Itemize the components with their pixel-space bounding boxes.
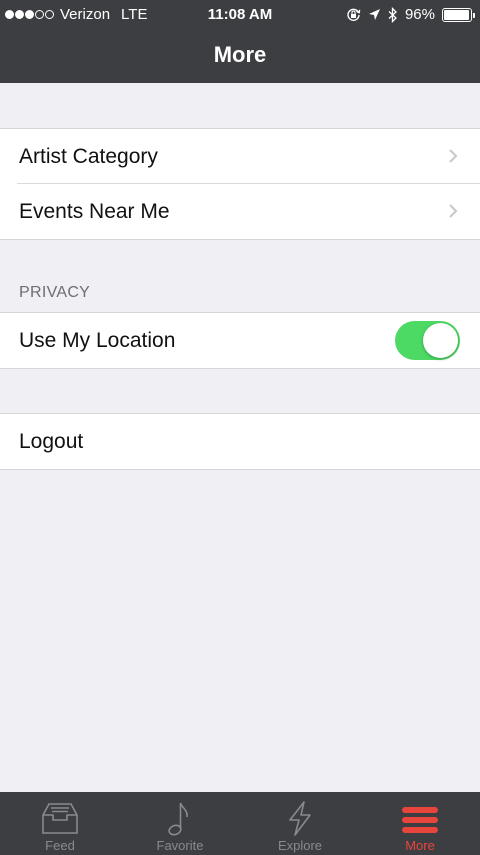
status-right: 96%: [346, 6, 475, 23]
use-my-location-row: Use My Location: [0, 313, 480, 368]
privacy-section-header: PRIVACY: [19, 284, 91, 301]
tab-feed[interactable]: Feed: [0, 792, 120, 855]
page-title: More: [213, 42, 267, 67]
bluetooth-icon: [388, 6, 397, 23]
chevron-right-icon: [449, 204, 458, 218]
tab-more-label: More: [405, 838, 435, 853]
account-group: Logout: [0, 413, 480, 470]
battery-icon: [442, 7, 475, 22]
rotation-lock-icon: [347, 8, 361, 21]
logout-label: Logout: [19, 429, 84, 453]
tab-bar: Feed Favorite Explore More: [0, 792, 480, 855]
tab-explore-label: Explore: [277, 838, 323, 853]
tab-feed-label: Feed: [45, 838, 75, 853]
music-note-icon: [168, 802, 188, 836]
events-near-me-row[interactable]: Events Near Me: [0, 183, 480, 239]
tab-favorite[interactable]: Favorite: [120, 792, 240, 855]
general-settings-group: Artist Category Events Near Me: [0, 128, 480, 240]
tab-more[interactable]: More: [360, 792, 480, 855]
status-bar: Verizon LTE 11:08 AM 96%: [0, 0, 480, 30]
hamburger-menu-icon: [402, 807, 438, 833]
navigation-header: Verizon LTE 11:08 AM 96% More: [0, 0, 480, 83]
battery-percent: 96%: [404, 6, 435, 23]
privacy-settings-group: Use My Location: [0, 312, 480, 369]
tab-favorite-label: Favorite: [156, 838, 204, 853]
logout-row[interactable]: Logout: [0, 414, 480, 469]
use-my-location-toggle[interactable]: [395, 321, 460, 360]
chevron-right-icon: [449, 149, 458, 163]
tab-explore[interactable]: Explore: [240, 792, 360, 855]
lightning-bolt-icon: [289, 801, 311, 836]
location-arrow-icon: [368, 9, 380, 20]
toggle-knob: [423, 323, 458, 358]
artist-category-row[interactable]: Artist Category: [0, 129, 480, 184]
inbox-tray-icon: [42, 803, 78, 834]
events-near-me-label: Events Near Me: [19, 199, 170, 223]
use-my-location-label: Use My Location: [19, 328, 176, 352]
artist-category-label: Artist Category: [19, 144, 158, 168]
